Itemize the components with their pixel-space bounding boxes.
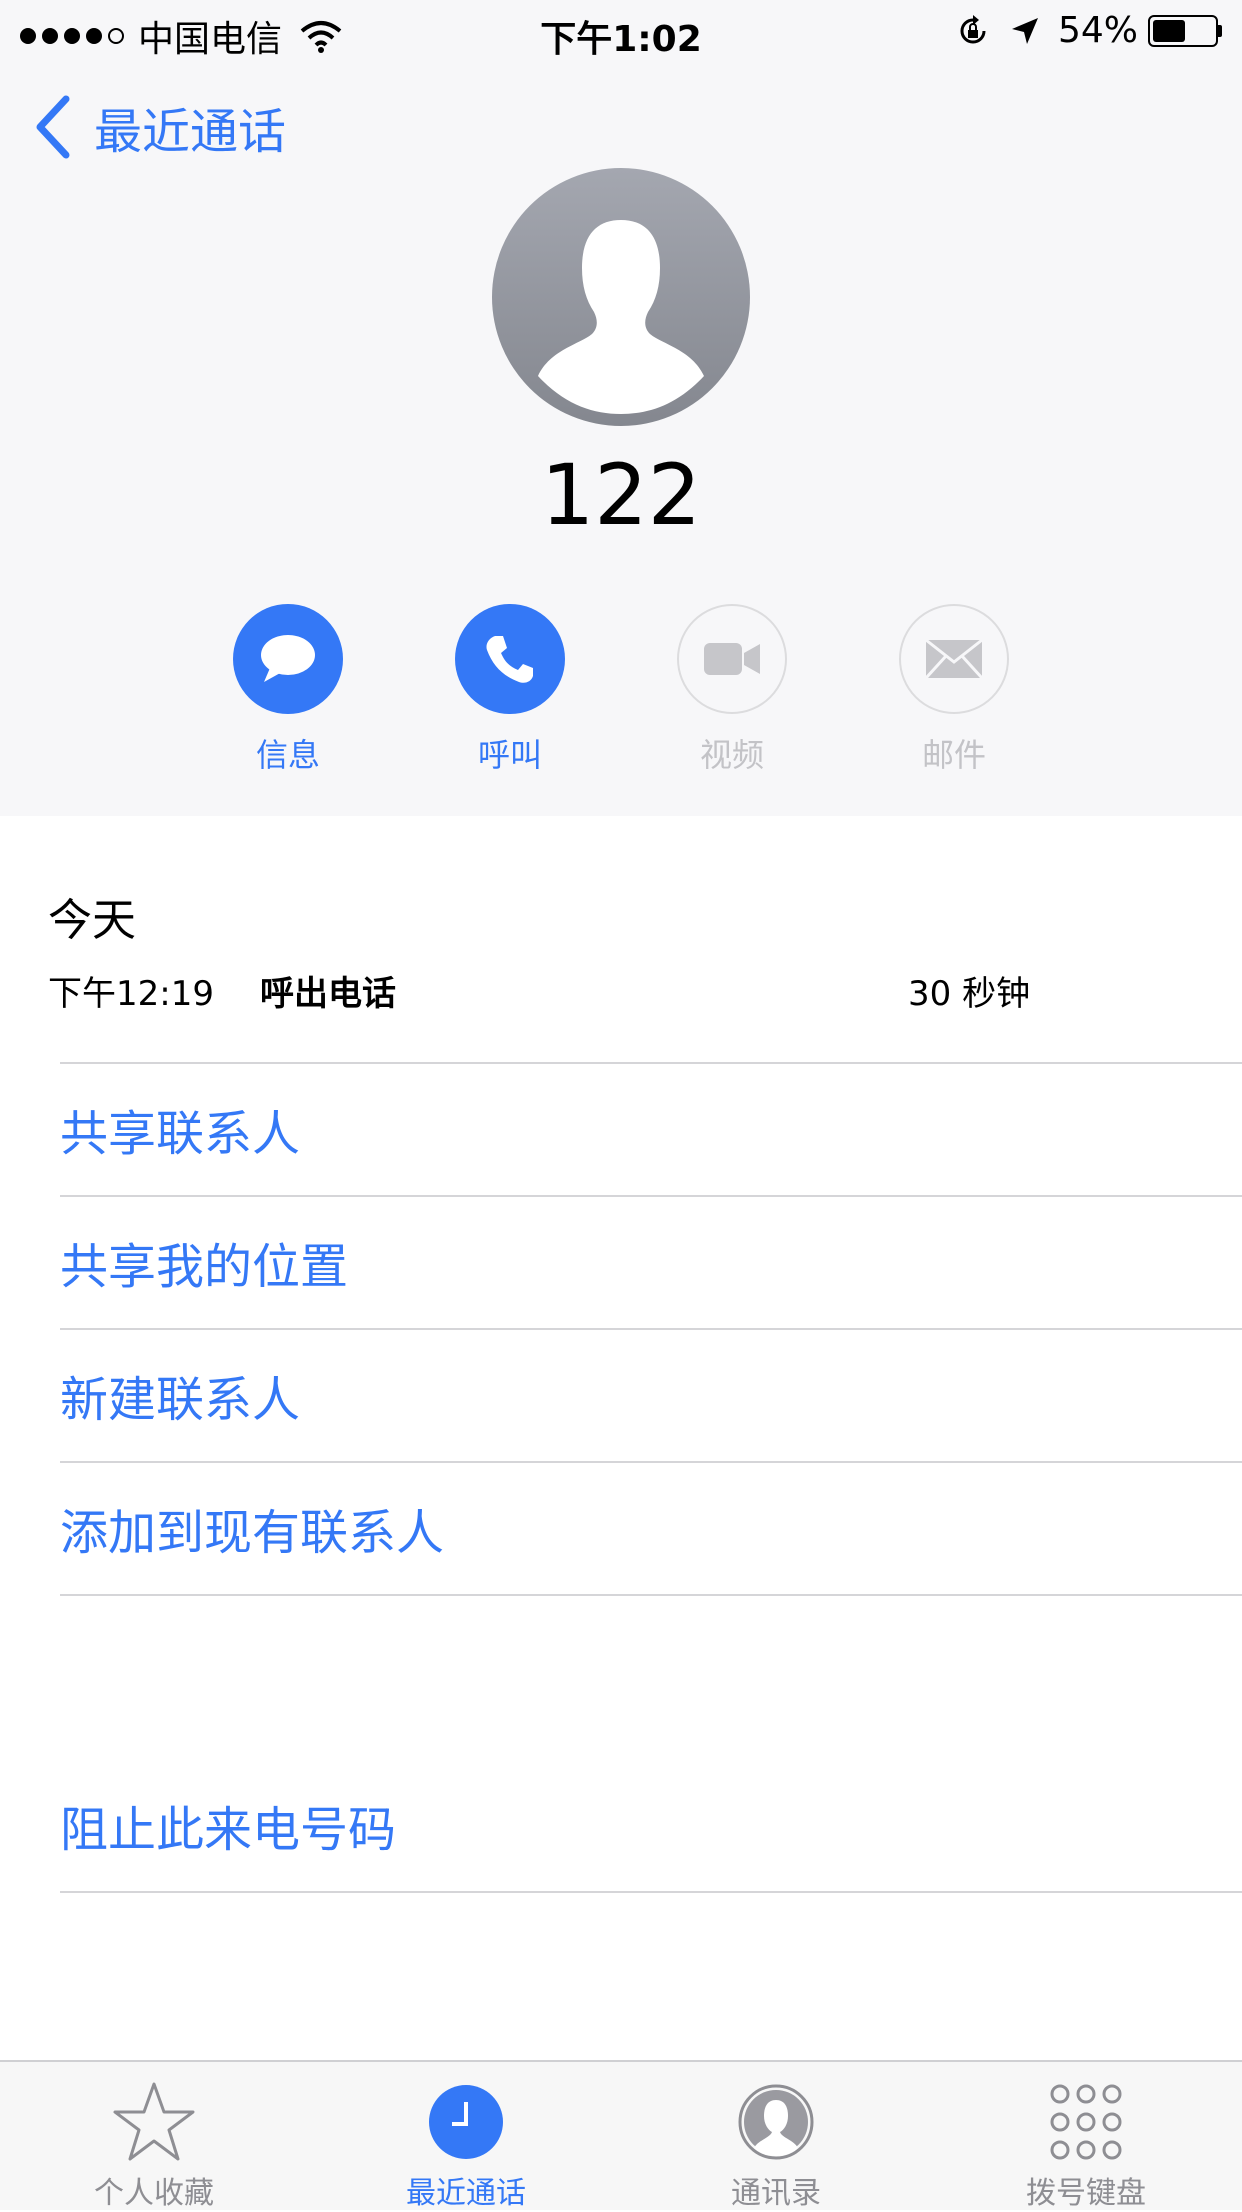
back-label: 最近通话	[94, 104, 287, 160]
battery-percent: 54%	[1057, 10, 1138, 51]
divider	[60, 1461, 1242, 1463]
tab-recents-label: 最近通话	[406, 2176, 526, 2211]
battery-icon	[1148, 14, 1218, 47]
call-button-circle	[455, 604, 565, 714]
add-to-existing-link[interactable]: 添加到现有联系人	[60, 1493, 444, 1563]
phone-icon	[486, 636, 533, 683]
rotation-lock-icon	[960, 14, 986, 43]
mail-button-circle	[899, 604, 1009, 714]
call-label: 呼叫	[477, 736, 542, 774]
call-time: 下午12:19	[48, 974, 214, 1014]
keypad-icon	[1050, 2084, 1122, 2160]
video-icon	[704, 643, 760, 675]
chevron-left-icon	[36, 95, 70, 159]
new-contact-link[interactable]: 新建联系人	[60, 1360, 300, 1430]
tab-keypad[interactable]: 拨号键盘	[966, 2080, 1206, 2212]
tab-recents[interactable]: 最近通话	[346, 2080, 586, 2212]
message-label: 信息	[255, 736, 320, 774]
message-button[interactable]: 信息	[232, 604, 344, 776]
battery-fill	[1153, 19, 1185, 42]
video-label: 视频	[699, 736, 764, 774]
favorites-icon-wrap	[112, 2080, 196, 2164]
divider	[60, 1062, 1242, 1064]
star-icon	[113, 2082, 195, 2161]
avatar	[492, 168, 750, 426]
video-button[interactable]: 视频	[676, 604, 788, 776]
tab-favorites[interactable]: 个人收藏	[34, 2080, 274, 2212]
divider	[60, 1891, 1242, 1893]
divider	[60, 1195, 1242, 1197]
block-caller-link[interactable]: 阻止此来电号码	[60, 1790, 396, 1860]
location-icon	[1011, 17, 1038, 44]
divider	[60, 1328, 1242, 1330]
battery-tip	[1218, 24, 1222, 37]
message-icon	[261, 635, 315, 682]
mail-label: 邮件	[921, 736, 986, 774]
status-right: 54%	[956, 10, 1222, 51]
back-button[interactable]: 最近通话	[34, 92, 286, 162]
clock-icon	[429, 2085, 503, 2159]
contacts-icon-wrap	[734, 2080, 818, 2164]
mail-icon	[924, 638, 984, 680]
tab-favorites-label: 个人收藏	[94, 2176, 214, 2211]
tab-bar: 个人收藏 最近通话 通讯录 拨号键盘	[0, 2060, 1242, 2212]
divider	[60, 1594, 1242, 1596]
call-button[interactable]: 呼叫	[454, 604, 566, 776]
tab-contacts[interactable]: 通讯录	[656, 2080, 896, 2212]
status-bar: 中国电信 下午1:02 54%	[0, 0, 1242, 62]
history-date: 今天	[48, 895, 136, 946]
call-type: 呼出电话	[260, 974, 396, 1014]
contact-name: 122	[540, 446, 702, 544]
contacts-icon	[738, 2084, 814, 2160]
tab-contacts-label: 通讯录	[731, 2176, 821, 2211]
mail-button[interactable]: 邮件	[898, 604, 1010, 776]
call-duration: 30 秒钟	[908, 974, 1031, 1014]
message-button-circle	[233, 604, 343, 714]
tab-keypad-label: 拨号键盘	[1026, 2176, 1146, 2211]
share-contact-link[interactable]: 共享联系人	[60, 1094, 300, 1164]
video-button-circle	[677, 604, 787, 714]
share-location-link[interactable]: 共享我的位置	[60, 1227, 348, 1297]
person-silhouette-icon	[538, 220, 704, 414]
recents-icon-wrap	[424, 2080, 508, 2164]
keypad-icon-wrap	[1044, 2080, 1128, 2164]
